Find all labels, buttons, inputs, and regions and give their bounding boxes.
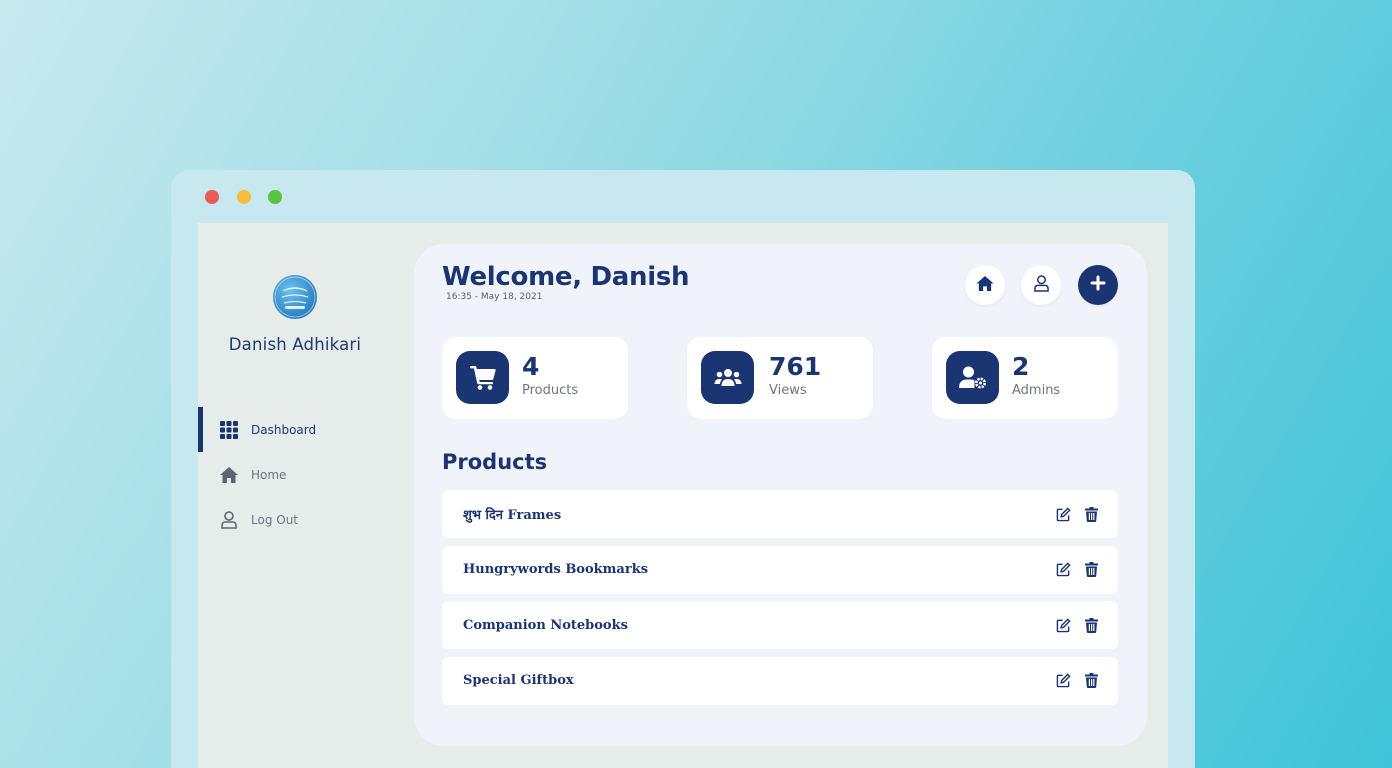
- product-name: Companion Notebooks: [463, 617, 628, 633]
- minimize-window-dot[interactable]: [237, 190, 251, 204]
- plus-icon: [1090, 275, 1106, 295]
- stat-card-admins: 2 Admins: [932, 337, 1118, 419]
- product-name: शुभ दिन Frames: [463, 508, 562, 523]
- main-panel: Welcome, Danish 16:35 - May 18, 2021 4 P…: [414, 244, 1147, 746]
- close-window-dot[interactable]: [205, 190, 219, 204]
- sidebar-item-label: Dashboard: [251, 422, 317, 437]
- user-cog-icon: [946, 351, 999, 404]
- page-title: Welcome, Danish: [442, 262, 690, 292]
- app-container: Danish Adhikari Dashboard Home Log Out W…: [198, 223, 1168, 768]
- datetime: 16:35 - May 18, 2021: [446, 292, 543, 302]
- trash-icon[interactable]: [1083, 506, 1099, 522]
- edit-icon[interactable]: [1055, 506, 1071, 522]
- cart-icon: [456, 351, 509, 404]
- stat-value: 761: [769, 352, 822, 381]
- product-row[interactable]: Special Giftbox: [442, 656, 1118, 705]
- stat-value: 2: [1012, 352, 1030, 381]
- stat-label: Products: [522, 383, 579, 398]
- grid-icon: [219, 420, 239, 440]
- sidebar-item-home[interactable]: Home: [198, 452, 398, 497]
- sidebar-item-label: Home: [251, 467, 287, 482]
- home-icon: [975, 275, 995, 296]
- trash-icon[interactable]: [1083, 562, 1099, 578]
- product-list: शुभ दिन Frames Hungrywords Bookmarks Com…: [442, 490, 1118, 712]
- home-button[interactable]: [965, 265, 1005, 305]
- stat-label: Admins: [1012, 383, 1061, 398]
- sidebar-item-logout[interactable]: Log Out: [198, 497, 398, 542]
- edit-icon[interactable]: [1055, 673, 1071, 689]
- sidebar-nav: Dashboard Home Log Out: [198, 407, 398, 542]
- user-name: Danish Adhikari: [228, 335, 362, 354]
- add-product-button[interactable]: [1078, 265, 1118, 305]
- product-name: Hungrywords Bookmarks: [463, 562, 649, 577]
- stat-card-products: 4 Products: [442, 337, 628, 419]
- edit-icon[interactable]: [1055, 562, 1071, 578]
- stat-card-views: 761 Views: [687, 337, 873, 419]
- product-row[interactable]: Companion Notebooks: [442, 601, 1118, 649]
- profile-button[interactable]: [1021, 265, 1061, 305]
- trash-icon[interactable]: [1083, 617, 1099, 633]
- users-icon: [701, 351, 754, 404]
- maximize-window-dot[interactable]: [268, 190, 282, 204]
- user-icon: [219, 510, 239, 530]
- trash-icon[interactable]: [1083, 673, 1099, 689]
- home-icon: [219, 465, 239, 485]
- product-row[interactable]: Hungrywords Bookmarks: [442, 545, 1118, 594]
- sidebar-item-dashboard[interactable]: Dashboard: [198, 407, 398, 452]
- logo: [273, 275, 317, 319]
- browser-window: Danish Adhikari Dashboard Home Log Out W…: [171, 170, 1195, 768]
- stat-value: 4: [522, 352, 540, 381]
- edit-icon[interactable]: [1055, 617, 1071, 633]
- user-icon: [1033, 274, 1049, 296]
- sidebar-item-label: Log Out: [251, 512, 299, 527]
- product-row[interactable]: शुभ दिन Frames: [442, 490, 1118, 538]
- product-name: Special Giftbox: [463, 673, 574, 688]
- stat-label: Views: [769, 383, 807, 398]
- products-heading: Products: [442, 450, 548, 474]
